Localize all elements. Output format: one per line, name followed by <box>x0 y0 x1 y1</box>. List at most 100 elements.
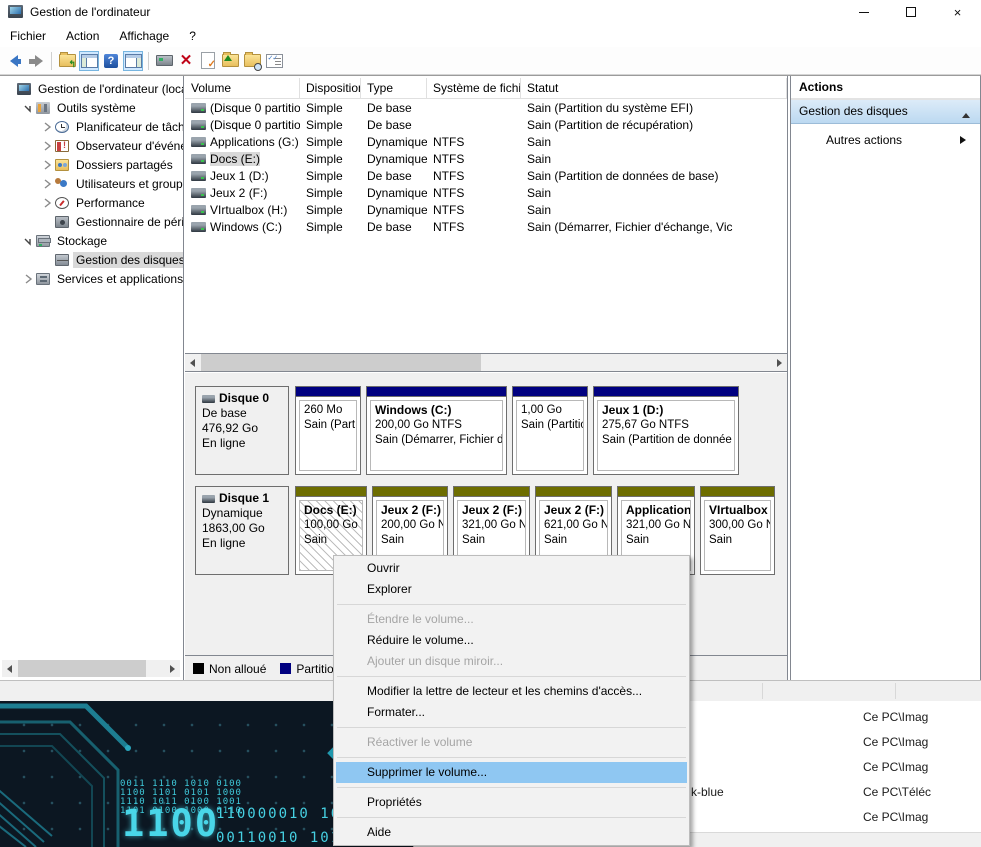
column-header-type[interactable]: Type <box>361 78 427 98</box>
scroll-right-arrow[interactable] <box>165 660 180 677</box>
volume-row[interactable]: Applications (G:)SimpleDynamiqueNTFSSain <box>185 133 787 150</box>
show-console-tree-button[interactable] <box>79 51 99 71</box>
menu-item-aide[interactable]: Aide <box>336 822 687 843</box>
partition-size: 260 Mo <box>304 403 355 418</box>
tree-scrollbar-thumb[interactable] <box>18 660 146 677</box>
partition-title: VIrtualbox ( <box>709 503 769 518</box>
menu-item-réduire-le-volume[interactable]: Réduire le volume... <box>336 630 687 651</box>
menu-fichier[interactable]: Fichier <box>0 26 56 46</box>
menu-item-formater[interactable]: Formater... <box>336 702 687 723</box>
sidebar-item-observateur-d-v-neme[interactable]: Observateur d'événeme <box>0 136 183 155</box>
validate-doc-button[interactable] <box>198 51 218 71</box>
menu-item-ajouter-un-disque-miroir: Ajouter un disque miroir... <box>336 651 687 672</box>
storage-icon <box>36 235 50 247</box>
chevron-collapsed-icon[interactable] <box>42 141 52 151</box>
chevron-collapsed-icon[interactable] <box>42 122 52 132</box>
sidebar-item-gestionnaire-de-p-riph[interactable]: Gestionnaire de périphé <box>0 212 183 231</box>
volume-row[interactable]: VIrtualbox (H:)SimpleDynamiqueNTFSSain <box>185 201 787 218</box>
menu-affichage[interactable]: Affichage <box>109 26 179 46</box>
sidebar-item-dossiers-partag-s[interactable]: Dossiers partagés <box>0 155 183 174</box>
volume-row[interactable]: (Disque 0 partition 1)SimpleDe baseSain … <box>185 99 787 116</box>
column-header-statut[interactable]: Statut <box>521 78 787 98</box>
volume-scrollbar-thumb[interactable] <box>201 354 481 371</box>
cell-layout: Simple <box>300 133 361 150</box>
cell-fs: NTFS <box>427 150 521 167</box>
chevron-collapsed-icon[interactable] <box>42 160 52 170</box>
partition-1-00-go[interactable]: 1,00 GoSain (Partitio <box>512 386 588 475</box>
volume-row[interactable]: Jeux 2 (F:)SimpleDynamiqueNTFSSain <box>185 184 787 201</box>
partition-virtualbox[interactable]: VIrtualbox (300,00 Go NTSain <box>700 486 775 575</box>
menu-item-modifier-la-lettre-de-lecteur-et-les-chemins-d-accès[interactable]: Modifier la lettre de lecteur et les che… <box>336 681 687 702</box>
scroll-left-arrow[interactable] <box>2 660 17 677</box>
sidebar-item-performance[interactable]: Performance <box>0 193 183 212</box>
chevron-collapsed-icon[interactable] <box>42 198 52 208</box>
volume-icon <box>191 171 206 181</box>
volume-row[interactable]: Windows (C:)SimpleDe baseNTFSSain (Démar… <box>185 218 787 235</box>
sidebar-item-outils-syst-me[interactable]: Outils système <box>0 98 183 117</box>
forward-button[interactable] <box>26 51 46 71</box>
close-button[interactable]: × <box>934 0 981 24</box>
sidebar-item-gestion-des-disques[interactable]: Gestion des disques <box>0 250 183 269</box>
column-header-disposition[interactable]: Disposition <box>300 78 361 98</box>
sidebar-item-planificateur-de-t-ches[interactable]: Planificateur de tâches <box>0 117 183 136</box>
scroll-right-arrow[interactable] <box>772 354 787 371</box>
folder-find-button[interactable] <box>242 51 262 71</box>
menu-item-explorer[interactable]: Explorer <box>336 579 687 600</box>
collapse-icon[interactable] <box>962 109 970 118</box>
menu-?[interactable]: ? <box>179 26 206 46</box>
cell-volume: VIrtualbox (H:) <box>185 201 300 218</box>
cell-type: De base <box>361 116 427 133</box>
volume-icon <box>191 120 206 130</box>
chevron-expanded-icon[interactable] <box>23 236 33 246</box>
partition-title: Windows (C:) <box>375 403 501 418</box>
title-bar[interactable]: Gestion de l'ordinateur × <box>0 0 981 24</box>
actions-item-more-actions[interactable]: Autres actions <box>791 129 980 151</box>
partition-info: Jeux 1 (D:)275,67 Go NTFSSain (Partition… <box>597 400 735 471</box>
remote-console-button[interactable] <box>154 51 174 71</box>
folder-up-button[interactable] <box>220 51 240 71</box>
back-button[interactable] <box>4 51 24 71</box>
menu-item-supprimer-le-volume[interactable]: Supprimer le volume... <box>336 762 687 783</box>
sidebar-item-services-et-applications[interactable]: Services et applications <box>0 269 183 288</box>
tree-horizontal-scrollbar[interactable] <box>2 660 180 677</box>
minimize-button[interactable] <box>840 0 887 24</box>
partition-type-bar <box>373 487 447 497</box>
chevron-expanded-icon[interactable] <box>23 103 33 113</box>
help-button[interactable]: ? <box>101 51 121 71</box>
menu-item-propriétés[interactable]: Propriétés <box>336 792 687 813</box>
volume-row[interactable]: (Disque 0 partition 4)SimpleDe baseSain … <box>185 116 787 133</box>
tree-item-label: Observateur d'événeme <box>73 138 184 154</box>
volume-row[interactable]: Docs (E:)SimpleDynamiqueNTFSSain <box>185 150 787 167</box>
volume-icon <box>191 103 206 113</box>
chevron-collapsed-icon[interactable] <box>42 179 52 189</box>
sidebar-item-gestion-de-l-ordinateur-local[interactable]: Gestion de l'ordinateur (local) <box>0 79 183 98</box>
legend-label: Partitio <box>296 662 333 676</box>
delete-button[interactable]: ✕ <box>176 51 196 71</box>
scroll-left-arrow[interactable] <box>185 354 200 371</box>
chevron-collapsed-icon[interactable] <box>23 274 33 284</box>
disk-label-0[interactable]: Disque 0De base476,92 GoEn ligne <box>195 386 289 475</box>
volume-row[interactable]: Jeux 1 (D:)SimpleDe baseNTFSSain (Partit… <box>185 167 787 184</box>
show-action-pane-button[interactable] <box>123 51 143 71</box>
cell-fs: NTFS <box>427 218 521 235</box>
volume-list-horizontal-scrollbar[interactable] <box>185 353 787 372</box>
column-header-volume[interactable]: Volume <box>185 78 300 98</box>
cell-volume: Applications (G:) <box>185 133 300 150</box>
volume-list-header[interactable]: VolumeDispositionTypeSystème de fichiers… <box>185 78 787 99</box>
maximize-button[interactable] <box>887 0 934 24</box>
legend-label: Non alloué <box>209 662 266 676</box>
actions-panel-title: Actions <box>791 76 980 100</box>
menu-item-ouvrir[interactable]: Ouvrir <box>336 558 687 579</box>
actions-group-label: Gestion des disques <box>799 104 908 118</box>
menu-action[interactable]: Action <box>56 26 109 46</box>
properties-list-button[interactable] <box>264 51 284 71</box>
partition-260-mo[interactable]: 260 MoSain (Part <box>295 386 361 475</box>
sidebar-item-utilisateurs-et-groupes-l[interactable]: Utilisateurs et groupes l <box>0 174 183 193</box>
disk-label-1[interactable]: Disque 1Dynamique1863,00 GoEn ligne <box>195 486 289 575</box>
partition-jeux-1-d[interactable]: Jeux 1 (D:)275,67 Go NTFSSain (Partition… <box>593 386 739 475</box>
export-folder-button[interactable]: ↰ <box>57 51 77 71</box>
actions-group-disk-management[interactable]: Gestion des disques <box>791 100 980 124</box>
column-header-syst-me-de-fichiers[interactable]: Système de fichiers <box>427 78 521 98</box>
partition-windows-c[interactable]: Windows (C:)200,00 Go NTFSSain (Démarrer… <box>366 386 507 475</box>
sidebar-item-stockage[interactable]: Stockage <box>0 231 183 250</box>
